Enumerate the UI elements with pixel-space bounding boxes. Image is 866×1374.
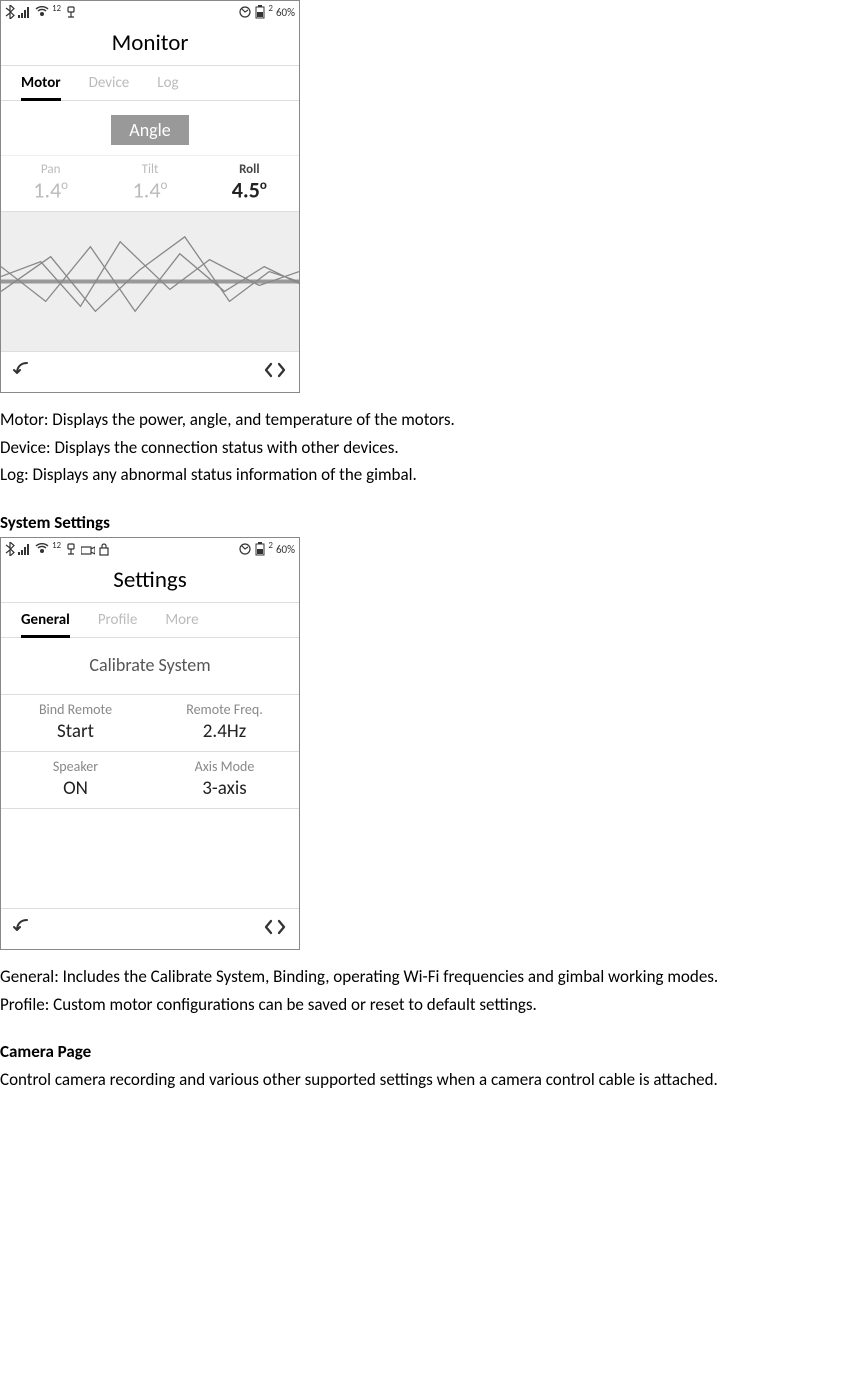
monitor-log-text: Log: Displays any abnormal status inform… — [0, 462, 866, 488]
battery-icon — [255, 542, 265, 556]
camera-page-heading: Camera Page — [0, 1039, 866, 1065]
remote-freq-label: Remote Freq. — [150, 701, 299, 718]
axis-tilt-value: 1.4 — [133, 176, 161, 203]
sync-icon — [238, 542, 252, 556]
rc-icon — [35, 542, 49, 556]
monitor-motor-text: Motor: Displays the power, angle, and te… — [0, 407, 866, 433]
remote-freq-cell[interactable]: Remote Freq. 2.4Hz — [150, 695, 299, 751]
row-speaker-axis: Speaker ON Axis Mode 3-axis — [1, 752, 299, 809]
status-bar: 12 2 60% — [1, 538, 299, 560]
calibrate-row[interactable]: Calibrate System — [1, 638, 299, 695]
gimbal-icon — [64, 542, 78, 556]
back-icon[interactable] — [13, 361, 33, 384]
battery-icon — [255, 5, 265, 19]
settings-spacer — [1, 809, 299, 909]
battery-percent: 60% — [276, 6, 295, 19]
angle-chip-row: Angle — [1, 101, 299, 156]
camera-icon — [81, 543, 95, 555]
settings-general-text: General: Includes the Calibrate System, … — [0, 964, 866, 990]
axis-roll: Roll 4.5o — [200, 156, 299, 211]
sync-icon — [238, 5, 252, 19]
tab-log[interactable]: Log — [157, 74, 178, 100]
signal-icon — [18, 543, 32, 555]
remote-freq-value: 2.4Hz — [150, 720, 299, 743]
axis-roll-value: 4.5 — [232, 176, 260, 203]
settings-phone-frame: 12 2 60% Settings General Profile More C… — [0, 537, 300, 950]
monitor-phone-frame: 12 2 60% Monitor Motor Device Log Angle … — [0, 0, 300, 393]
sim-number: 2 — [268, 3, 273, 14]
status-bar: 12 2 60% — [1, 1, 299, 23]
axis-pan-label: Pan — [1, 162, 100, 177]
system-settings-heading: System Settings — [0, 510, 866, 536]
camera-page-text: Control camera recording and various oth… — [0, 1067, 866, 1093]
lock-icon — [98, 542, 110, 556]
sim-number: 2 — [268, 540, 273, 551]
status-badge-number: 12 — [52, 3, 61, 14]
angle-chip[interactable]: Angle — [111, 115, 188, 145]
axis-tilt-label: Tilt — [100, 162, 199, 177]
axis-pan-value: 1.4 — [33, 176, 61, 203]
status-badge-number: 12 — [52, 540, 61, 551]
axis-pan: Pan 1.4o — [1, 156, 100, 211]
tab-more[interactable]: More — [165, 611, 198, 637]
axis-tilt: Tilt 1.4o — [100, 156, 199, 211]
settings-title: Settings — [1, 560, 299, 603]
axis-mode-cell[interactable]: Axis Mode 3-axis — [150, 752, 299, 808]
tab-device[interactable]: Device — [89, 74, 130, 100]
monitor-title: Monitor — [1, 23, 299, 66]
speaker-value: ON — [1, 777, 150, 800]
prev-next-icon[interactable] — [263, 918, 287, 941]
speaker-label: Speaker — [1, 758, 150, 775]
angle-chart — [1, 212, 299, 352]
axis-mode-label: Axis Mode — [150, 758, 299, 775]
axis-readings: Pan 1.4o Tilt 1.4o Roll 4.5o — [1, 156, 299, 212]
gimbal-icon — [64, 5, 78, 19]
settings-tabs: General Profile More — [1, 603, 299, 638]
tab-general[interactable]: General — [21, 611, 70, 638]
tab-motor[interactable]: Motor — [21, 74, 61, 101]
signal-icon — [18, 6, 32, 18]
calibrate-label: Calibrate System — [1, 654, 299, 676]
bluetooth-icon — [5, 5, 15, 19]
axis-mode-value: 3-axis — [150, 777, 299, 800]
speaker-cell[interactable]: Speaker ON — [1, 752, 150, 808]
bottom-nav — [1, 909, 299, 949]
tab-profile[interactable]: Profile — [98, 611, 138, 637]
bind-remote-cell[interactable]: Bind Remote Start — [1, 695, 150, 751]
bind-remote-value: Start — [1, 720, 150, 743]
bind-remote-label: Bind Remote — [1, 701, 150, 718]
settings-profile-text: Profile: Custom motor configurations can… — [0, 992, 866, 1018]
monitor-device-text: Device: Displays the connection status w… — [0, 435, 866, 461]
bottom-nav — [1, 352, 299, 392]
battery-percent: 60% — [276, 543, 295, 556]
row-remote: Bind Remote Start Remote Freq. 2.4Hz — [1, 695, 299, 752]
prev-next-icon[interactable] — [263, 361, 287, 384]
axis-roll-label: Roll — [200, 162, 299, 177]
monitor-tabs: Motor Device Log — [1, 66, 299, 101]
back-icon[interactable] — [13, 918, 33, 941]
bluetooth-icon — [5, 542, 15, 556]
rc-icon — [35, 5, 49, 19]
